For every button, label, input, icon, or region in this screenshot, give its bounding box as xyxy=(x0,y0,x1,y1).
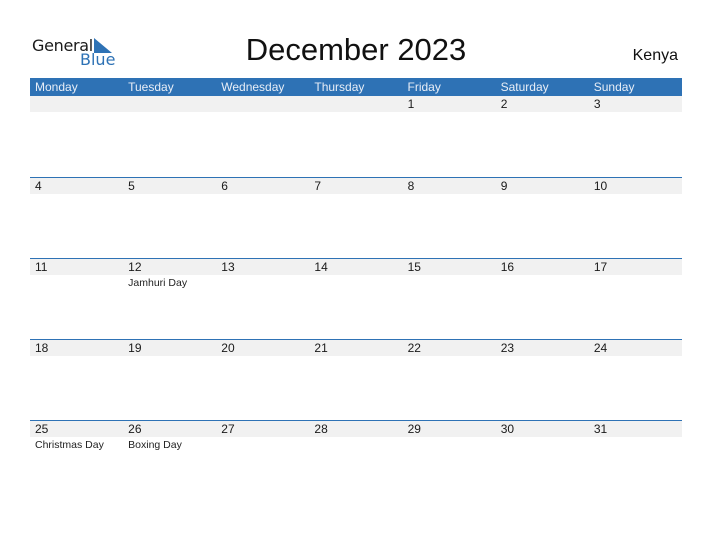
day-number: 20 xyxy=(221,341,235,355)
day-cell: 7 xyxy=(309,178,402,258)
day-number: 7 xyxy=(314,179,322,193)
day-number: 10 xyxy=(593,179,608,193)
day-cell: 12 Jamhuri Day xyxy=(123,259,216,339)
week-row: 4 5 6 7 8 9 10 xyxy=(30,177,682,258)
day-number: 4 xyxy=(35,179,42,193)
day-number: 16 xyxy=(500,260,515,274)
day-number: 29 xyxy=(407,422,421,436)
day-number: 6 xyxy=(221,179,228,193)
day-number: 31 xyxy=(593,422,608,436)
day-number: 2 xyxy=(500,97,508,111)
day-cell: 5 xyxy=(123,178,216,258)
calendar-title: December 2023 xyxy=(245,32,467,67)
day-cell: 20 xyxy=(216,340,309,420)
weekday-friday: Friday xyxy=(407,80,441,94)
weekday-monday: Monday xyxy=(35,80,78,94)
day-number: 12 xyxy=(128,260,142,274)
day-cell: 27 xyxy=(216,421,309,501)
day-cell: 15 xyxy=(403,259,496,339)
weekday-saturday: Saturday xyxy=(500,80,549,94)
day-number: 27 xyxy=(221,422,235,436)
day-cell: 8 xyxy=(403,178,496,258)
day-cell: 18 xyxy=(30,340,123,420)
day-cell xyxy=(216,96,309,176)
day-cell: 2 xyxy=(496,96,589,176)
day-cell: 19 xyxy=(123,340,216,420)
day-cell xyxy=(123,96,216,176)
weekday-tuesday: Tuesday xyxy=(128,80,174,94)
country-label: Kenya xyxy=(632,47,678,64)
weekday-sunday: Sunday xyxy=(593,80,635,94)
day-number: 28 xyxy=(314,422,328,436)
day-number: 30 xyxy=(500,422,515,436)
day-number: 24 xyxy=(593,341,608,355)
day-cell: 3 xyxy=(589,96,682,176)
day-number: 17 xyxy=(593,260,608,274)
day-cell: 1 xyxy=(403,96,496,176)
day-cell: 21 xyxy=(309,340,402,420)
day-cell: 22 xyxy=(403,340,496,420)
day-cell xyxy=(309,96,402,176)
day-number: 14 xyxy=(314,260,328,274)
week-row: 1 2 3 xyxy=(30,96,682,177)
holiday-label: Boxing Day xyxy=(128,439,182,451)
weekday-header: Monday Tuesday Wednesday Thursday Friday… xyxy=(30,78,682,96)
day-cell: 14 xyxy=(309,259,402,339)
day-cell: 23 xyxy=(496,340,589,420)
day-number: 26 xyxy=(128,422,142,436)
day-cell: 30 xyxy=(496,421,589,501)
day-number: 25 xyxy=(35,422,49,436)
weekday-wednesday: Wednesday xyxy=(221,80,285,94)
day-cell: 16 xyxy=(496,259,589,339)
day-cell: 24 xyxy=(589,340,682,420)
day-cell: 31 xyxy=(589,421,682,501)
day-number: 22 xyxy=(407,341,421,355)
day-cell: 25 Christmas Day xyxy=(30,421,123,501)
day-cell: 28 xyxy=(309,421,402,501)
day-number: 8 xyxy=(407,179,415,193)
day-cell xyxy=(30,96,123,176)
day-number: 21 xyxy=(314,341,328,355)
day-number: 11 xyxy=(35,260,48,274)
holiday-label: Christmas Day xyxy=(35,439,104,451)
day-cell: 29 xyxy=(403,421,496,501)
weekday-thursday: Thursday xyxy=(314,80,365,94)
day-number: 18 xyxy=(35,341,49,355)
day-number: 13 xyxy=(221,260,235,274)
day-number: 3 xyxy=(593,97,601,111)
day-number: 1 xyxy=(407,97,415,111)
day-number: 5 xyxy=(128,179,135,193)
day-number: 15 xyxy=(407,260,421,274)
day-cell: 17 xyxy=(589,259,682,339)
week-row: 25 Christmas Day 26 Boxing Day 27 28 29 30 31 xyxy=(30,420,682,501)
day-cell: 10 xyxy=(589,178,682,258)
holiday-label: Jamhuri Day xyxy=(128,277,188,289)
day-number: 23 xyxy=(500,341,515,355)
week-row: 18 19 20 21 22 23 24 xyxy=(30,339,682,420)
day-cell: 9 xyxy=(496,178,589,258)
week-row: 11 12 Jamhuri Day 13 14 15 16 17 xyxy=(30,258,682,339)
day-cell: 26 Boxing Day xyxy=(123,421,216,501)
day-cell: 13 xyxy=(216,259,309,339)
day-number: 19 xyxy=(128,341,142,355)
day-number: 9 xyxy=(500,179,508,193)
day-cell: 4 xyxy=(30,178,123,258)
day-cell: 11 xyxy=(30,259,123,339)
day-cell: 6 xyxy=(216,178,309,258)
